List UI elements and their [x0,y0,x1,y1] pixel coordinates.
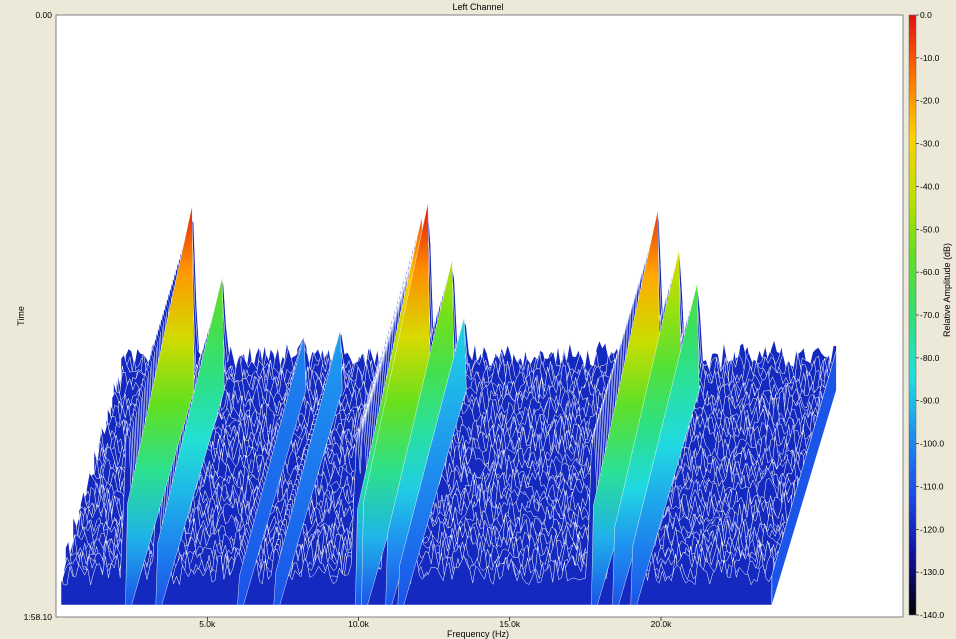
x-tick-label: 5.0k [199,619,216,629]
colorbar-tick-label: -110.0 [920,481,944,491]
colorbar-tick-label: -40.0 [920,181,940,191]
y-axis-label: Time [16,306,26,326]
colorbar-tick-label: -130.0 [920,567,944,577]
spectrogram-chart: Left Channel 0.00 1:58.10 Time 5.0k 10.0k 1… [16,2,952,639]
x-axis-label: Frequency (Hz) [447,629,509,639]
y-tick-label: 0.00 [35,10,52,20]
colorbar-tick-label: -70.0 [920,310,940,320]
colorbar-tick-label: -10.0 [920,53,940,63]
colorbar-tick-label: -120.0 [920,524,944,534]
colorbar-tick-label: -20.0 [920,96,940,106]
colorbar-ticks: 0.0 -10.0 -20.0 -30.0 -40.0 -50.0 -60.0 -70.0 -8… [916,10,944,620]
x-ticks: 5.0k 10.0k 15.0k 20.0k [199,617,672,629]
x-tick-label: 10.0k [348,619,370,629]
x-tick-label: 15.0k [499,619,521,629]
colorbar-tick-label: -30.0 [920,139,940,149]
y-tick-labels: 0.00 1:58.10 [24,10,53,622]
colorbar-tick-label: -100.0 [920,439,944,449]
colorbar-label: Relative Amplitude (dB) [942,243,952,337]
colorbar-tick-label: 0.0 [920,10,932,20]
colorbar-tick-label: -80.0 [920,353,940,363]
chart-title: Left Channel [452,2,503,12]
y-tick-label: 1:58.10 [24,612,53,622]
x-tick-label: 20.0k [651,619,673,629]
colorbar-tick-label: -90.0 [920,396,940,406]
colorbar-tick-label: -140.0 [920,610,944,620]
colorbar [908,14,917,616]
colorbar-tick-label: -60.0 [920,267,940,277]
colorbar-tick-label: -50.0 [920,224,940,234]
